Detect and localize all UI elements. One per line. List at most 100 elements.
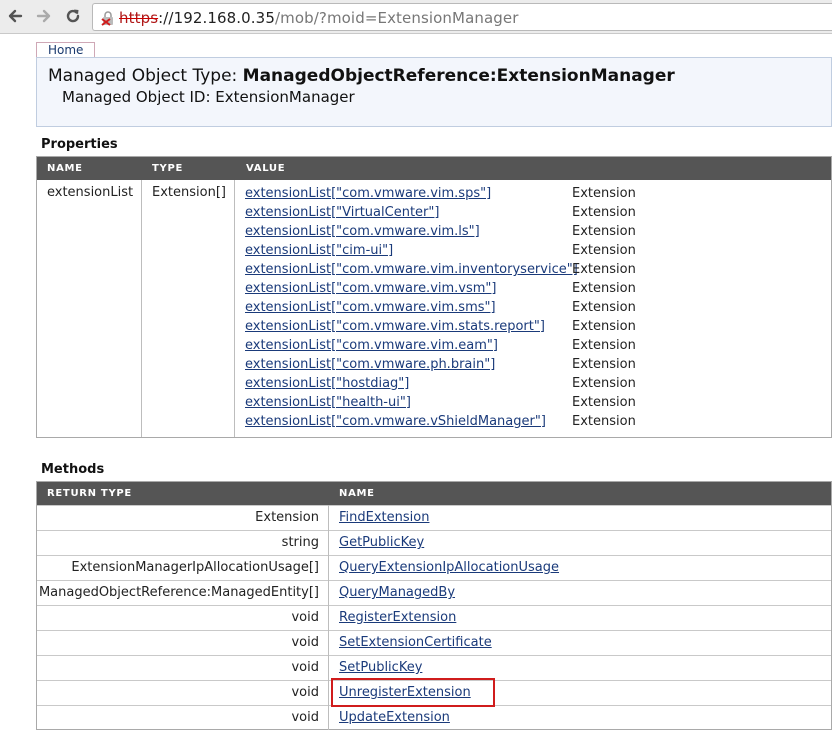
col-return-type-header: RETURN TYPE [47, 488, 132, 499]
value-row: extensionList["com.vmware.vim.sps"] Exten… [245, 184, 825, 203]
method-row: void SetExtensionCertificate [37, 630, 831, 655]
forward-button[interactable] [33, 5, 55, 27]
col-value-header: VALUE [246, 163, 286, 174]
value-row: extensionList["VirtualCenter"] Extension [245, 203, 825, 222]
value-type: Extension [572, 205, 636, 220]
method-row: string GetPublicKey [37, 530, 831, 555]
method-row: void UpdateExtension [37, 705, 831, 730]
method-row: ManagedObjectReference:ManagedEntity[] Qu… [37, 580, 831, 605]
col-type-header: TYPE [152, 163, 184, 174]
col-method-name-header: NAME [339, 488, 375, 499]
method-return-type: string [281, 535, 319, 550]
home-link[interactable]: Home [36, 42, 96, 58]
value-type: Extension [572, 338, 636, 353]
column-divider [328, 505, 329, 730]
column-divider [141, 180, 142, 437]
method-return-type: ExtensionManagerIpAllocationUsage[] [71, 560, 319, 575]
extension-link[interactable]: extensionList["com.vmware.vim.inventorys… [245, 260, 578, 279]
extension-link[interactable]: extensionList["VirtualCenter"] [245, 203, 439, 222]
property-type: Extension[] [152, 185, 226, 200]
extension-link[interactable]: extensionList["com.vmware.vim.vsm"] [245, 279, 496, 298]
method-link[interactable]: QueryExtensionIpAllocationUsage [339, 560, 559, 575]
value-type: Extension [572, 243, 636, 258]
method-link[interactable]: UpdateExtension [339, 710, 450, 725]
method-return-type: void [291, 710, 319, 725]
extension-link[interactable]: extensionList["com.vmware.vim.sms"] [245, 298, 496, 317]
method-link[interactable]: SetPublicKey [339, 660, 422, 675]
value-type: Extension [572, 300, 636, 315]
value-row: extensionList["hostdiag"] Extension [245, 374, 825, 393]
value-type: Extension [572, 376, 636, 391]
method-return-type: void [291, 635, 319, 650]
mot-value: ManagedObjectReference:ExtensionManager [242, 66, 675, 86]
method-link[interactable]: GetPublicKey [339, 535, 424, 550]
method-link[interactable]: FindExtension [339, 510, 429, 525]
method-row: ExtensionManagerIpAllocationUsage[] Query… [37, 555, 831, 580]
column-divider [234, 180, 235, 437]
address-bar[interactable]: https://192.168.0.35/mob/?moid=Extension… [92, 3, 832, 31]
url-host: ://192.168.0.35 [158, 9, 275, 27]
value-row: extensionList["com.vmware.vim.ls"] Extens… [245, 222, 825, 241]
managed-object-type: Managed Object Type: ManagedObjectRefere… [48, 66, 675, 86]
value-row: extensionList["com.vmware.vim.eam"] Exten… [245, 336, 825, 355]
method-row: void SetPublicKey [37, 655, 831, 680]
value-type: Extension [572, 414, 636, 429]
value-row: extensionList["cim-ui"] Extension [245, 241, 825, 260]
property-name: extensionList [47, 185, 134, 200]
extension-link[interactable]: extensionList["hostdiag"] [245, 374, 409, 393]
moid-label: Managed Object ID: [62, 88, 216, 106]
value-row: extensionList["com.vmware.vim.stats.repo… [245, 317, 825, 336]
methods-title: Methods [41, 462, 105, 477]
moid-value: ExtensionManager [215, 88, 355, 106]
value-type: Extension [572, 262, 636, 277]
value-type: Extension [572, 395, 636, 410]
extension-link[interactable]: extensionList["com.vmware.vShieldManager… [245, 412, 546, 431]
method-row: void RegisterExtension [37, 605, 831, 630]
extension-link[interactable]: extensionList["com.vmware.ph.brain"] [245, 355, 495, 374]
method-row: Extension FindExtension [37, 505, 831, 530]
insecure-lock-icon[interactable] [100, 10, 116, 26]
extension-link[interactable]: extensionList["com.vmware.vim.ls"] [245, 222, 480, 241]
properties-title: Properties [41, 137, 118, 152]
properties-table: NAME TYPE VALUE extensionList Extension[… [36, 156, 832, 438]
back-arrow-icon [8, 9, 23, 23]
value-row: extensionList["com.vmware.vim.vsm"] Exten… [245, 279, 825, 298]
mot-label: Managed Object Type: [48, 66, 243, 86]
reload-icon [66, 9, 80, 23]
url-scheme: https [119, 9, 159, 27]
value-type: Extension [572, 319, 636, 334]
highlight-box [331, 678, 495, 707]
method-return-type: ManagedObjectReference:ManagedEntity[] [38, 585, 319, 600]
url-text[interactable]: https://192.168.0.35/mob/?moid=Extension… [119, 9, 518, 27]
reload-button[interactable] [62, 5, 84, 27]
method-return-type: Extension [255, 510, 319, 525]
value-type: Extension [572, 186, 636, 201]
value-type: Extension [572, 281, 636, 296]
method-link[interactable]: RegisterExtension [339, 610, 456, 625]
extension-link[interactable]: extensionList["com.vmware.vim.stats.repo… [245, 317, 545, 336]
value-type: Extension [572, 357, 636, 372]
value-row: extensionList["com.vmware.vShieldManager… [245, 412, 825, 431]
method-link[interactable]: SetExtensionCertificate [339, 635, 492, 650]
method-return-type: void [291, 660, 319, 675]
value-row: extensionList["com.vmware.ph.brain"] Exte… [245, 355, 825, 374]
extension-link[interactable]: extensionList["com.vmware.vim.eam"] [245, 336, 498, 355]
col-name-header: NAME [47, 163, 83, 174]
extension-link[interactable]: extensionList["cim-ui"] [245, 241, 393, 260]
method-link[interactable]: QueryManagedBy [339, 585, 455, 600]
url-path: /mob/?moid=ExtensionManager [274, 9, 519, 27]
method-return-type: void [291, 610, 319, 625]
value-row: extensionList["health-ui"] Extension [245, 393, 825, 412]
value-row: extensionList["com.vmware.vim.inventorys… [245, 260, 825, 279]
back-button[interactable] [4, 5, 26, 27]
forward-arrow-icon [36, 9, 51, 23]
method-return-type: void [291, 685, 319, 700]
browser-toolbar: https://192.168.0.35/mob/?moid=Extension… [0, 0, 832, 34]
value-type: Extension [572, 224, 636, 239]
extension-link[interactable]: extensionList["com.vmware.vim.sps"] [245, 184, 491, 203]
value-row: extensionList["com.vmware.vim.sms"] Exten… [245, 298, 825, 317]
object-header: Managed Object Type: ManagedObjectRefere… [36, 57, 832, 127]
extension-link[interactable]: extensionList["health-ui"] [245, 393, 411, 412]
properties-header: NAME TYPE VALUE [37, 157, 831, 180]
managed-object-id: Managed Object ID: ExtensionManager [62, 88, 355, 106]
